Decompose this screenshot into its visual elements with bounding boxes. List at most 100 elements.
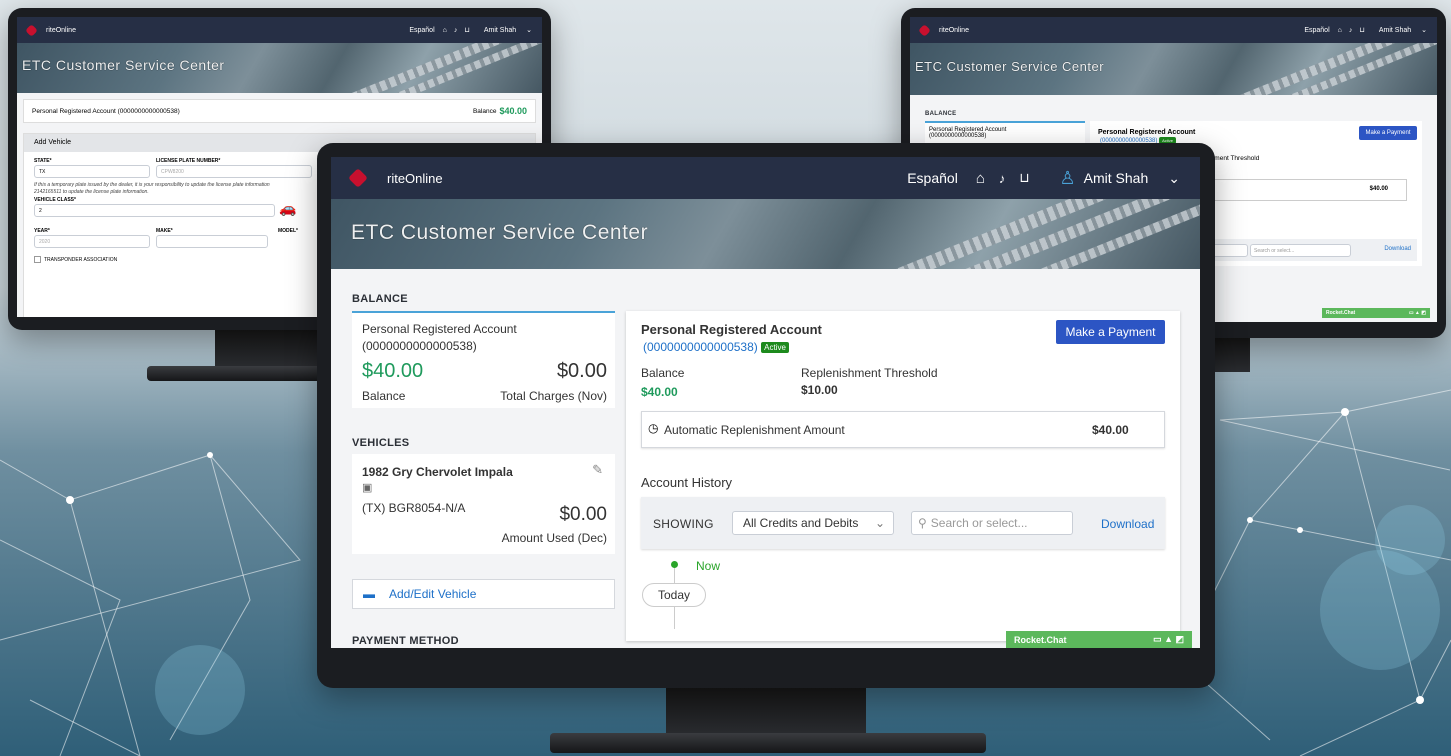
bus-icon: ▬ [363, 587, 375, 601]
history-search-input[interactable]: ⚲ Search or select... [911, 511, 1073, 535]
bell-icon[interactable]: ♪ [1349, 27, 1353, 34]
banner-title: ETC Customer Service Center [22, 57, 225, 73]
account-summary-card[interactable]: Personal Registered Account (00000000000… [352, 311, 615, 408]
make-select[interactable] [156, 235, 268, 248]
center-stand-base [550, 733, 986, 753]
edit-vehicle-icon[interactable]: ✎ [592, 462, 603, 478]
account-line: Personal Registered Account (00000000000… [32, 107, 180, 115]
chevron-down-icon[interactable]: ⌄ [1421, 26, 1427, 34]
logo-icon [918, 23, 931, 37]
transponder-checkbox[interactable]: TRANSPONDER ASSOCIATION [34, 256, 117, 263]
transponder-icon: ▣ [362, 482, 373, 494]
make-payment-button[interactable]: Make a Payment [1359, 126, 1417, 140]
plate-label: LICENSE PLATE NUMBER* [156, 158, 221, 164]
center-screen: riteOnline Español ⌂ ♪ ⊔ ♙ Amit Shah ⌄ E… [331, 157, 1200, 648]
balance-label: Balance [472, 107, 497, 115]
language-link[interactable]: Español [1304, 27, 1329, 34]
account-name: Personal Registered Account [362, 322, 517, 336]
plate-input[interactable]: CPW8200 [156, 165, 312, 178]
vehicle-plate: (TX) BGR8054-N/A [362, 501, 466, 515]
right-hero-banner: ETC Customer Service Center [910, 43, 1437, 95]
summary-charges-value: $0.00 [556, 360, 607, 382]
auto-replenish-value: $40.00 [1369, 186, 1388, 192]
user-name[interactable]: Amit Shah [1379, 27, 1411, 34]
history-filter-select[interactable]: All Credits and Debits ⌄ [732, 511, 894, 535]
vehicles-section-title: VEHICLES [352, 437, 410, 449]
chevron-down-icon: ⌄ [874, 516, 885, 530]
home-icon[interactable]: ⌂ [443, 27, 447, 34]
account-detail-panel: Personal Registered Account (00000000000… [626, 311, 1180, 641]
account-number: (0000000000000538) [362, 339, 477, 353]
user-name[interactable]: Amit Shah [484, 27, 516, 34]
chevron-down-icon[interactable]: ⌄ [526, 26, 532, 34]
center-monitor: riteOnline Español ⌂ ♪ ⊔ ♙ Amit Shah ⌄ E… [317, 143, 1215, 688]
center-navbar: riteOnline Español ⌂ ♪ ⊔ ♙ Amit Shah ⌄ [331, 157, 1200, 199]
left-navbar: riteOnline Español ⌂ ♪ ⊔ Amit Shah ⌄ [17, 17, 542, 43]
history-filter-bar: SHOWING All Credits and Debits ⌄ ⚲ Searc… [641, 497, 1165, 549]
threshold-label: Replenishment Threshold [801, 366, 938, 380]
search-icon: ⚲ [918, 516, 927, 530]
history-title: Account History [641, 475, 733, 490]
vehicle-class-select[interactable]: 2 [34, 204, 275, 217]
temp-plate-note: If this a temporary plate issued by the … [34, 182, 270, 188]
clock-icon: ◷ [648, 421, 659, 435]
download-link[interactable]: Download [1101, 517, 1154, 531]
detail-balance-value: $40.00 [641, 385, 678, 399]
balance-value: $40.00 [499, 106, 527, 116]
add-edit-vehicle-label: Add/Edit Vehicle [389, 587, 477, 601]
bell-icon[interactable]: ♪ [454, 27, 458, 34]
temp-plate-note-2: 2142165511 to update the license plate i… [34, 189, 149, 195]
timeline-today-pill[interactable]: Today [642, 583, 706, 607]
vehicle-class-label: VEHICLE CLASS* [34, 197, 76, 203]
model-label: MODEL* [278, 228, 298, 234]
bell-icon[interactable]: ♪ [999, 171, 1006, 186]
detail-title: Personal Registered Account [641, 322, 822, 337]
payment-section-title: PAYMENT METHOD [352, 635, 459, 647]
vehicle-card: 1982 Gry Chervolet Impala ✎ ▣ (TX) BGR80… [352, 454, 615, 554]
banner-title: ETC Customer Service Center [351, 221, 649, 244]
balance-section-title: BALANCE [352, 293, 408, 305]
timeline-now-dot [671, 561, 678, 568]
download-link[interactable]: Download [1384, 246, 1411, 252]
timeline-now-label: Now [696, 559, 721, 573]
center-stand-neck [666, 688, 866, 736]
vehicle-amount: $0.00 [559, 504, 607, 525]
summary-balance-label: Balance [362, 389, 406, 403]
banner-title: ETC Customer Service Center [915, 59, 1105, 74]
language-link[interactable]: Español [409, 27, 434, 34]
active-badge: Active [761, 342, 789, 354]
make-payment-button[interactable]: Make a Payment [1056, 320, 1165, 344]
vehicle-name: 1982 Gry Chervolet Impala [362, 465, 513, 479]
rocket-chat-bar[interactable]: Rocket.Chat ▭ ▲ ◩ [1322, 308, 1430, 318]
app-name: riteOnline [939, 26, 969, 34]
account-title: Personal Registered Account [1098, 129, 1196, 136]
user-avatar-icon[interactable]: ♙ [1060, 168, 1076, 189]
year-input[interactable]: 2020 [34, 235, 150, 248]
vehicle-amount-label: Amount Used (Dec) [501, 531, 607, 545]
state-select[interactable]: TX [34, 165, 150, 178]
year-label: YEAR* [34, 228, 50, 234]
auto-replenish-box: ◷ Automatic Replenishment Amount $40.00 [641, 411, 1165, 448]
language-link[interactable]: Español [907, 170, 958, 186]
logo-icon [348, 168, 368, 188]
search-input[interactable]: Search or select... [1250, 244, 1351, 257]
threshold-value: $10.00 [801, 383, 838, 397]
cart-icon[interactable]: ⊔ [1019, 170, 1029, 186]
chevron-down-icon[interactable]: ⌄ [1168, 170, 1180, 187]
cart-icon[interactable]: ⊔ [464, 26, 469, 34]
showing-label: SHOWING [653, 517, 714, 531]
account-strip: Personal Registered Account (00000000000… [23, 99, 536, 123]
rocket-chat-bar[interactable]: Rocket.Chat ▭ ▲ ◩ [1006, 631, 1192, 648]
detail-account-number-link[interactable]: (0000000000000538) [643, 340, 758, 354]
right-navbar: riteOnline Español ⌂ ♪ ⊔ Amit Shah ⌄ [910, 17, 1437, 43]
summary-balance-value: $40.00 [362, 360, 424, 382]
home-icon[interactable]: ⌂ [976, 170, 985, 187]
add-edit-vehicle-button[interactable]: ▬ Add/Edit Vehicle [352, 579, 615, 609]
home-icon[interactable]: ⌂ [1338, 27, 1342, 34]
right-stand-neck [1210, 338, 1250, 372]
user-name[interactable]: Amit Shah [1084, 170, 1149, 186]
cart-icon[interactable]: ⊔ [1359, 26, 1364, 34]
logo-icon [25, 23, 38, 37]
make-label: MAKE* [156, 228, 173, 234]
left-hero-banner: ETC Customer Service Center [17, 43, 542, 93]
